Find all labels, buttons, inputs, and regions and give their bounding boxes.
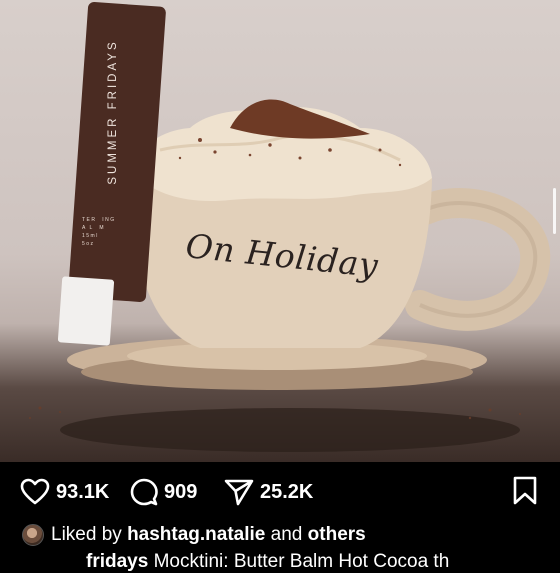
caption-text: Mocktini: Butter Balm Hot Cocoa th xyxy=(153,551,450,572)
liked-by-prefix: Liked by xyxy=(51,524,122,545)
save-button[interactable] xyxy=(512,476,538,511)
liked-by-and: and xyxy=(270,524,303,545)
post-caption: fridays Mocktini: Butter Balm Hot Cocoa … xyxy=(86,551,449,573)
liked-by-others[interactable]: others xyxy=(308,524,366,546)
liked-by-row: Liked by hashtag.natalie and others xyxy=(22,524,366,546)
comment-count: 909 xyxy=(164,480,198,503)
scrollbar[interactable] xyxy=(553,188,556,234)
caption-username[interactable]: fridays xyxy=(86,551,148,572)
post-image[interactable]: SUMMER FRIDAYS TER ING A L M 15ml 5oz On… xyxy=(0,0,560,462)
heart-icon xyxy=(20,478,50,505)
bookmark-icon xyxy=(513,476,537,505)
paper-plane-icon xyxy=(224,479,254,506)
product-brand-label: SUMMER FRIDAYS xyxy=(107,39,119,185)
avatar[interactable] xyxy=(22,524,44,546)
speech-bubble-icon xyxy=(130,478,158,506)
like-count: 93.1K xyxy=(56,480,110,503)
liked-by-user[interactable]: hashtag.natalie xyxy=(127,524,265,546)
share-count: 25.2K xyxy=(260,480,314,503)
comment-button[interactable]: 909 xyxy=(130,478,197,506)
like-button[interactable]: 93.1K xyxy=(20,478,109,506)
share-button[interactable]: 25.2K xyxy=(224,478,313,506)
product-small-text: TER ING A L M 15ml 5oz xyxy=(82,217,116,247)
